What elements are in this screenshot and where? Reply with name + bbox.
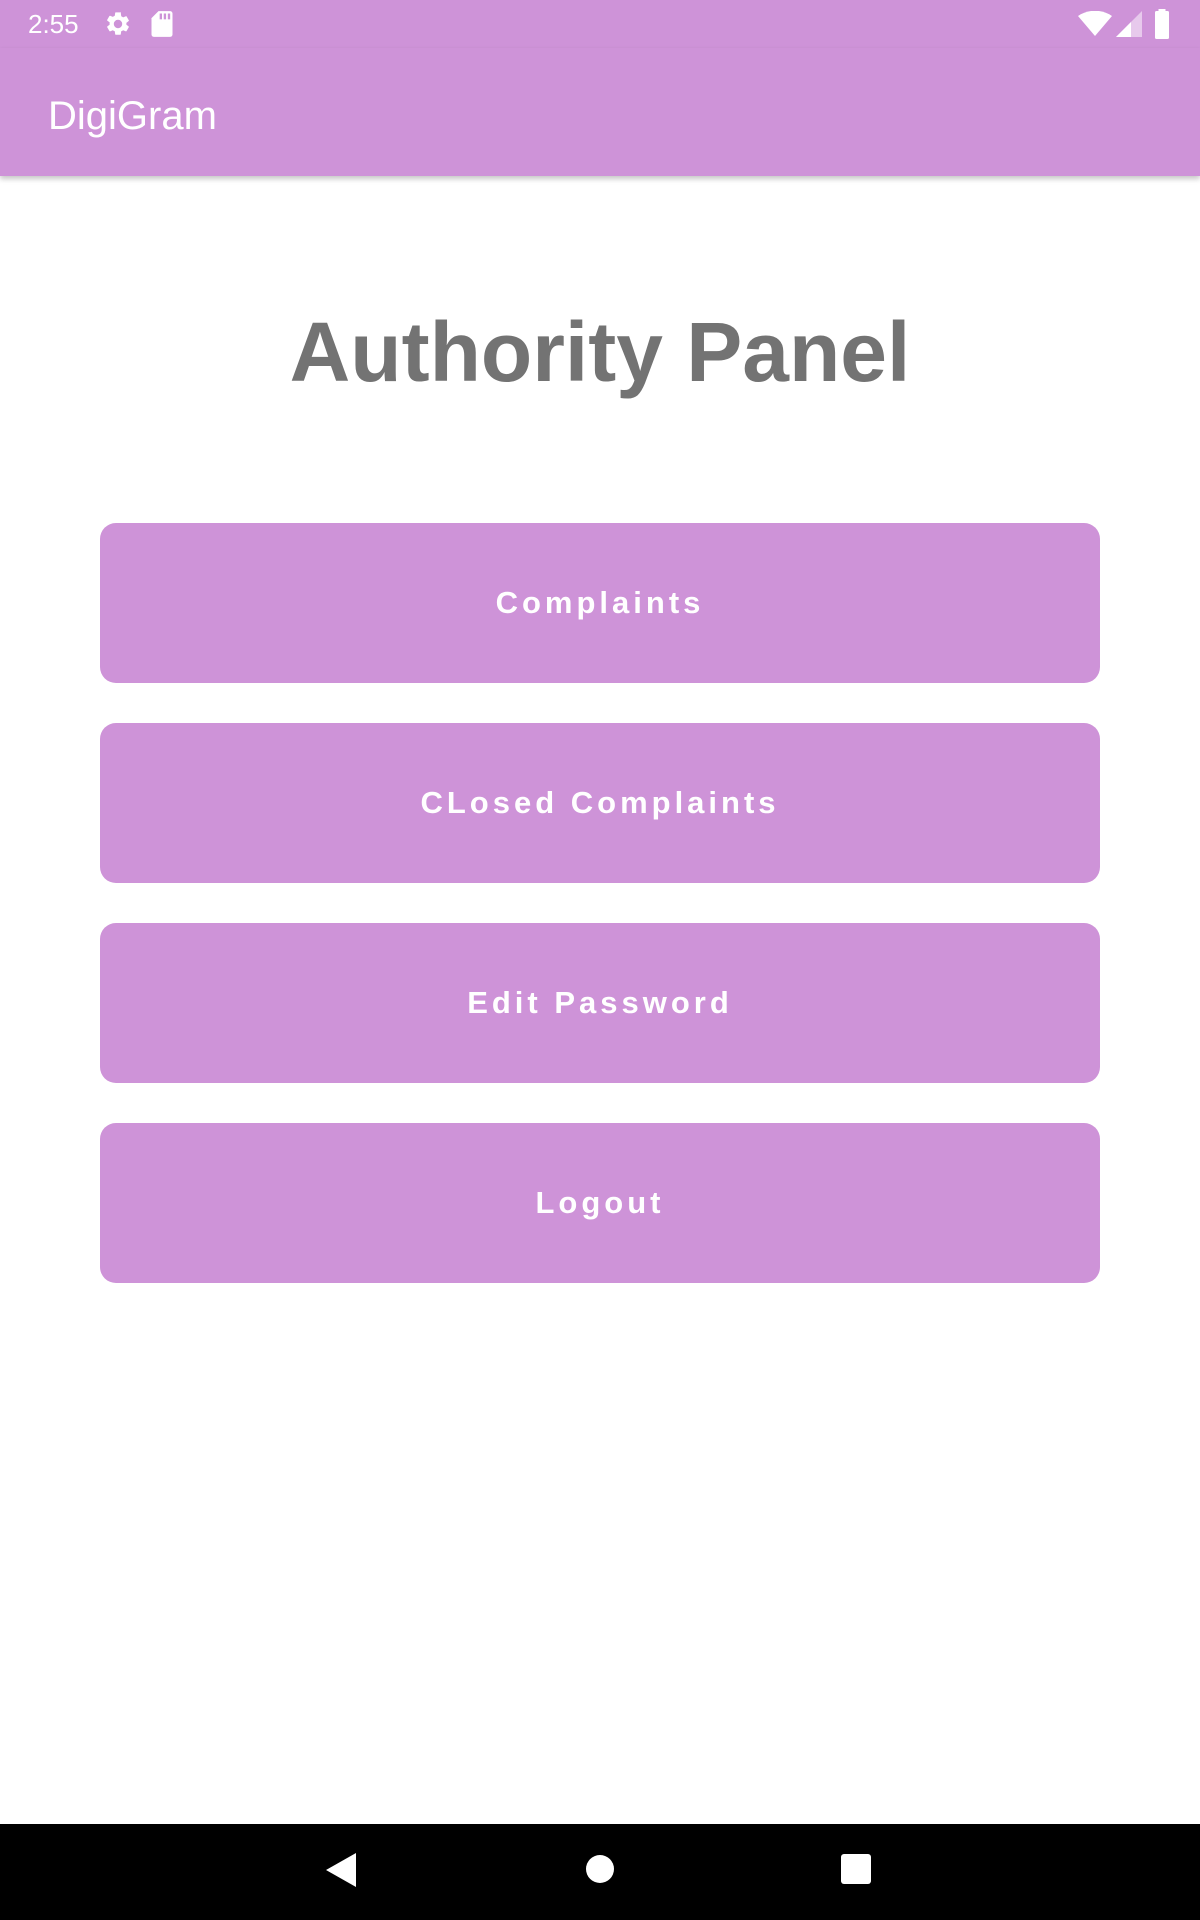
wifi-icon [1078,11,1112,36]
logout-button[interactable]: Logout [100,1123,1100,1283]
navigation-bar [0,1824,1200,1920]
home-icon[interactable] [584,1853,616,1885]
sd-card-icon [151,11,173,37]
status-time: 2:55 [28,9,79,39]
closed-complaints-button[interactable]: CLosed Complaints [100,723,1100,883]
app-title: DigiGram [48,94,217,138]
page-title: Authority Panel [289,305,911,399]
back-icon[interactable] [324,1851,358,1889]
gear-icon [107,12,129,35]
edit-password-button[interactable]: Edit Password [100,923,1100,1083]
signal-icon [1116,11,1142,37]
recents-icon[interactable] [840,1853,872,1885]
app-bar: DigiGram [0,48,1200,176]
complaints-button[interactable]: Complaints [100,523,1100,683]
battery-icon [1155,9,1169,39]
status-bar: 2:55 [0,0,1200,48]
